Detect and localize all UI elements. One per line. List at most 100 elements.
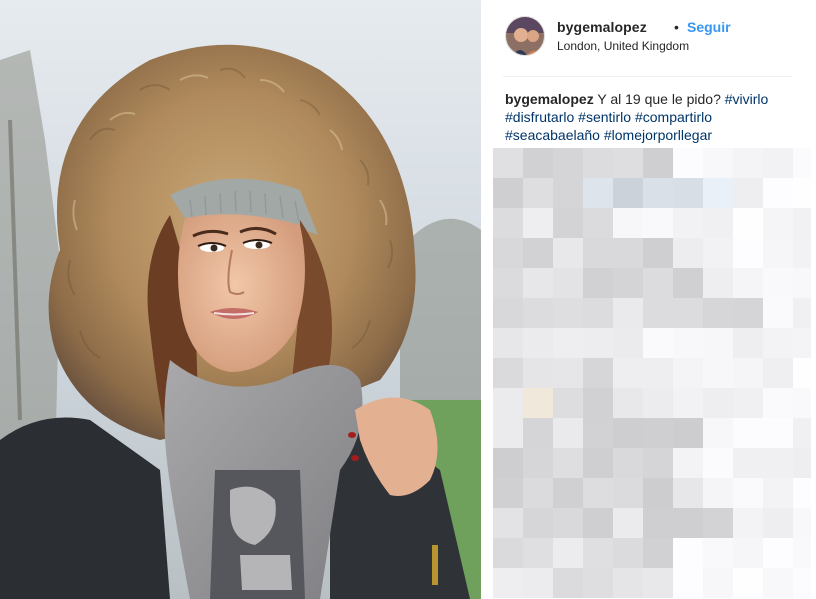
post-header: bygemalopez • Seguir London, United King…: [505, 16, 791, 58]
mosaic-tile: [493, 148, 523, 178]
mosaic-tile: [493, 418, 523, 448]
mosaic-tile: [703, 268, 733, 298]
mosaic-tile: [673, 328, 703, 358]
mosaic-tile: [613, 178, 643, 208]
mosaic-tile: [493, 568, 523, 598]
mosaic-tile: [763, 358, 793, 388]
mosaic-tile: [523, 358, 553, 388]
mosaic-tile: [583, 328, 613, 358]
mosaic-tile: [793, 418, 811, 448]
mosaic-tile: [613, 418, 643, 448]
mosaic-tile: [733, 418, 763, 448]
mosaic-tile: [583, 538, 613, 568]
mosaic-tile: [493, 328, 523, 358]
mosaic-tile: [793, 538, 811, 568]
hashtag-link[interactable]: #disfrutarlo: [505, 109, 574, 125]
mosaic-tile: [703, 418, 733, 448]
mosaic-tile: [733, 298, 763, 328]
mosaic-tile: [733, 268, 763, 298]
mosaic-tile: [523, 328, 553, 358]
mosaic-tile: [583, 508, 613, 538]
mosaic-tile: [793, 208, 811, 238]
post-caption: bygemalopez Y al 19 que le pido? #vivirl…: [505, 90, 795, 144]
hashtag-link[interactable]: #vivirlo: [725, 91, 769, 107]
mosaic-tile: [553, 328, 583, 358]
mosaic-tile: [493, 298, 523, 328]
mosaic-tile: [703, 298, 733, 328]
location-link[interactable]: London, United Kingdom: [557, 39, 689, 53]
mosaic-tile: [523, 478, 553, 508]
post-side-panel: bygemalopez • Seguir London, United King…: [481, 0, 816, 599]
mosaic-tile: [793, 328, 811, 358]
mosaic-tile: [643, 478, 673, 508]
hashtag-link[interactable]: #compartirlo: [635, 109, 712, 125]
mosaic-tile: [763, 448, 793, 478]
mosaic-tile: [523, 508, 553, 538]
mosaic-tile: [763, 538, 793, 568]
mosaic-tile: [763, 418, 793, 448]
mosaic-tile: [523, 448, 553, 478]
mosaic-tile: [673, 508, 703, 538]
avatar[interactable]: [505, 16, 545, 56]
mosaic-tile: [793, 478, 811, 508]
mosaic-tile: [553, 268, 583, 298]
mosaic-tile: [643, 148, 673, 178]
mosaic-tile: [553, 388, 583, 418]
divider: [503, 76, 792, 77]
mosaic-tile: [523, 568, 553, 598]
mosaic-tile: [733, 568, 763, 598]
mosaic-tile: [673, 418, 703, 448]
mosaic-tile: [703, 148, 733, 178]
mosaic-tile: [523, 238, 553, 268]
hashtag-link[interactable]: #seacabaelaño: [505, 127, 600, 143]
mosaic-tile: [583, 388, 613, 418]
mosaic-tile: [553, 208, 583, 238]
mosaic-tile: [763, 508, 793, 538]
mosaic-tile: [643, 568, 673, 598]
mosaic-tile: [613, 328, 643, 358]
mosaic-tile: [613, 268, 643, 298]
mosaic-tile: [793, 448, 811, 478]
caption-text: Y al 19 que le pido?: [597, 91, 721, 107]
pixelation-mosaic: [493, 148, 811, 598]
avatar-image: [506, 17, 544, 55]
mosaic-tile: [793, 358, 811, 388]
mosaic-tile: [583, 178, 613, 208]
mosaic-tile: [733, 328, 763, 358]
mosaic-tile: [793, 298, 811, 328]
mosaic-tile: [673, 388, 703, 418]
mosaic-tile: [523, 178, 553, 208]
mosaic-tile: [673, 448, 703, 478]
mosaic-tile: [613, 508, 643, 538]
caption-username-link[interactable]: bygemalopez: [505, 91, 594, 107]
mosaic-tile: [643, 328, 673, 358]
mosaic-tile: [703, 448, 733, 478]
mosaic-tile: [733, 388, 763, 418]
username-link[interactable]: bygemalopez: [557, 19, 647, 35]
mosaic-tile: [673, 268, 703, 298]
mosaic-tile: [493, 478, 523, 508]
mosaic-tile: [493, 268, 523, 298]
mosaic-tile: [703, 508, 733, 538]
mosaic-tile: [733, 148, 763, 178]
mosaic-tile: [583, 268, 613, 298]
mosaic-tile: [613, 538, 643, 568]
woman-in-fur-hood-image: [0, 0, 481, 599]
mosaic-tile: [493, 238, 523, 268]
mosaic-tile: [793, 268, 811, 298]
mosaic-tile: [493, 508, 523, 538]
mosaic-tile: [793, 148, 811, 178]
mosaic-tile: [763, 568, 793, 598]
post-photo[interactable]: [0, 0, 481, 599]
mosaic-tile: [703, 538, 733, 568]
hashtag-link[interactable]: #lomejorporllegar: [604, 127, 712, 143]
mosaic-tile: [613, 568, 643, 598]
mosaic-tile: [613, 478, 643, 508]
mosaic-tile: [523, 538, 553, 568]
hashtag-link[interactable]: #sentirlo: [578, 109, 631, 125]
mosaic-tile: [583, 208, 613, 238]
mosaic-tile: [493, 538, 523, 568]
mosaic-tile: [763, 328, 793, 358]
follow-button[interactable]: Seguir: [687, 19, 731, 35]
mosaic-tile: [583, 418, 613, 448]
